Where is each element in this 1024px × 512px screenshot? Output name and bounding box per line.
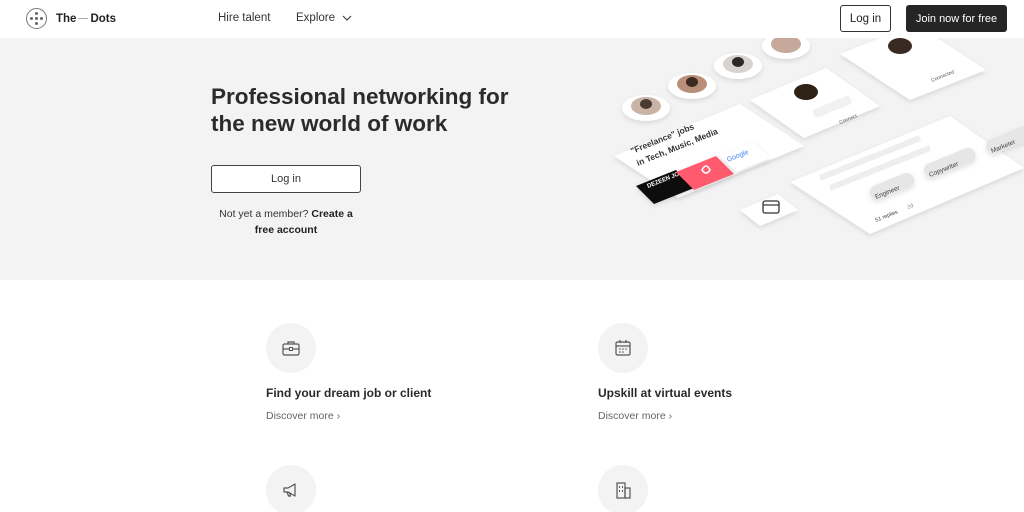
nav-hire-talent-link[interactable]: Hire talent: [218, 12, 270, 24]
avatar-disc-4: [762, 38, 810, 59]
avatar-disc-2: [668, 73, 716, 99]
signup-prompt: Not yet a member? Create a free account: [211, 206, 361, 238]
calendar-icon: [615, 340, 631, 356]
hero-headline: Professional networking for the new worl…: [211, 83, 541, 137]
avatar-disc-3: [714, 53, 762, 79]
logo-text-dots: Dots: [90, 12, 117, 25]
hero-headline-line1: Professional networking for: [211, 84, 509, 109]
join-now-button[interactable]: Join now for free: [906, 5, 1007, 32]
hero-headline-line2: the new world of work: [211, 111, 448, 136]
hero-section: Professional networking for the new worl…: [0, 38, 1024, 280]
briefcase-icon: [282, 341, 300, 356]
feature-title-events: Upskill at virtual events: [598, 386, 733, 400]
logo-wordmark: The Dots: [56, 13, 116, 25]
building-icon: [616, 482, 631, 499]
hero-login-button[interactable]: Log in: [211, 165, 361, 193]
top-nav-bar: The Dots Hire talent Explore Log in Join…: [0, 0, 1024, 38]
feature-link-events-label: Discover more: [598, 410, 666, 422]
header-login-button[interactable]: Log in: [840, 5, 891, 32]
logo-dots-icon: [26, 8, 47, 29]
site-logo[interactable]: The Dots: [26, 8, 116, 29]
nav-explore-label: Explore: [296, 12, 335, 24]
chevron-right-icon: ›: [668, 410, 673, 422]
feature-link-jobs[interactable]: Discover more ›: [266, 410, 340, 422]
feature-title-jobs: Find your dream job or client: [266, 386, 432, 400]
megaphone-icon-circle: [266, 465, 316, 512]
hero-illustration: "Freelance" jobs in Tech, Music, Media D…: [614, 38, 1024, 234]
calendar-tile: [740, 194, 798, 226]
signup-prompt-text: Not yet a member?: [219, 208, 309, 220]
calendar-icon-circle: [598, 323, 648, 373]
avatar-disc-1: [622, 95, 670, 121]
feature-link-jobs-label: Discover more: [266, 410, 334, 422]
building-icon-circle: [598, 465, 648, 512]
logo-text-the: The: [56, 12, 77, 25]
nav-explore-menu[interactable]: Explore: [296, 12, 352, 24]
megaphone-icon: [283, 483, 296, 497]
feature-link-events[interactable]: Discover more ›: [598, 410, 672, 422]
chevron-down-icon: [342, 15, 352, 21]
briefcase-icon-circle: [266, 323, 316, 373]
chevron-right-icon: ›: [336, 410, 341, 422]
connected-card: [840, 38, 986, 100]
tag-marketer: [986, 125, 1024, 154]
